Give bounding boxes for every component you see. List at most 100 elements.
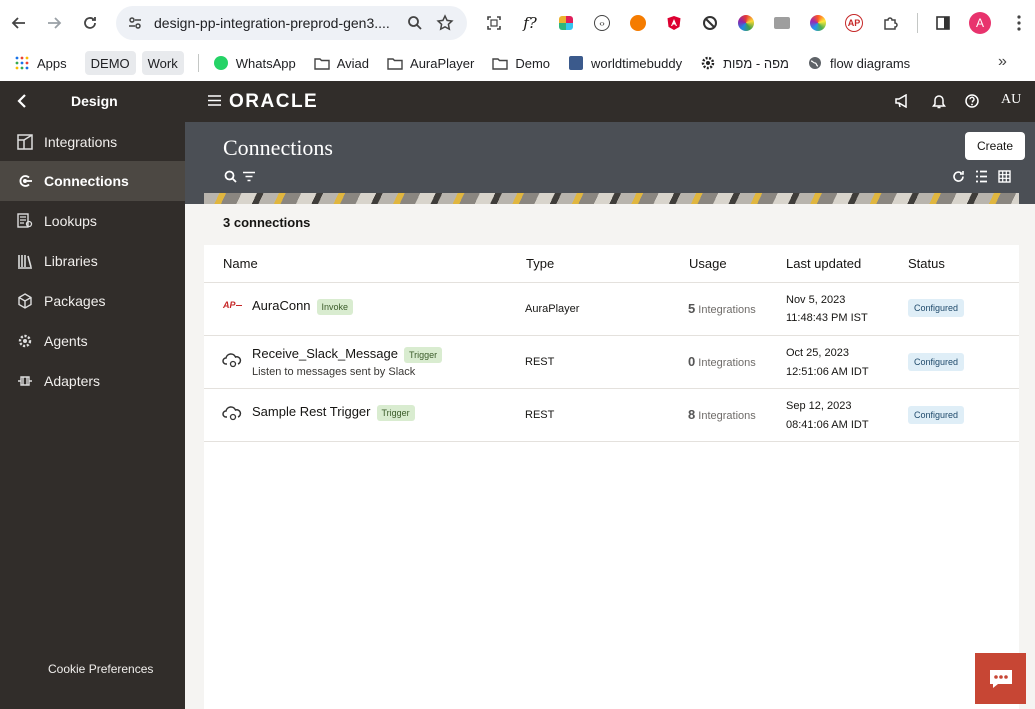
adapters-icon — [16, 372, 34, 390]
search-icon[interactable] — [222, 168, 238, 184]
banner-decoration — [204, 193, 1019, 204]
sidebar-item-integrations[interactable]: Integrations — [0, 122, 185, 162]
auraplayer-icon[interactable]: AP — [840, 9, 868, 37]
create-button[interactable]: Create — [965, 132, 1025, 160]
bookmark-flow-diagrams[interactable]: flow diagrams — [807, 51, 910, 75]
screenshot-icon[interactable] — [480, 9, 508, 37]
connection-name[interactable]: Sample Rest Trigger — [252, 404, 371, 419]
slack-icon[interactable] — [552, 9, 580, 37]
filter-icon[interactable] — [241, 168, 257, 184]
wtb-icon — [568, 55, 584, 71]
palette-icon[interactable] — [804, 9, 832, 37]
sidebar-item-label: Lookups — [44, 213, 97, 229]
connection-name-cell[interactable]: Sample Rest Trigger Trigger — [252, 404, 415, 422]
more-bookmarks-chevron-icon[interactable]: » — [998, 53, 1007, 71]
bookmark-label: Demo — [515, 55, 551, 71]
bookmark-worldtimebuddy[interactable]: worldtimebuddy — [568, 51, 682, 75]
sidebar-item-adapters[interactable]: Adapters — [0, 361, 185, 401]
reload-button[interactable] — [73, 6, 107, 40]
sidebar-item-lookups[interactable]: Lookups — [0, 201, 185, 241]
updated-date: Sep 12, 2023 — [786, 400, 852, 412]
arrow-right-icon — [48, 17, 62, 29]
globe-icon — [807, 55, 823, 71]
column-header-last-updated[interactable]: Last updated — [786, 256, 861, 271]
count-bar — [204, 204, 1019, 244]
announcement-icon[interactable] — [893, 92, 911, 110]
rest-cloud-icon — [222, 352, 242, 371]
orange-ext-icon[interactable] — [624, 9, 652, 37]
user-initials[interactable]: AU — [1001, 92, 1021, 108]
bookmark-divider — [197, 54, 199, 72]
connection-name[interactable]: Receive_Slack_Message — [252, 346, 398, 361]
connection-type: AuraPlayer — [525, 303, 580, 315]
address-bar[interactable]: design-pp-integration-preprod-gen3.... — [116, 6, 467, 40]
column-header-type[interactable]: Type — [526, 256, 554, 271]
bookmark-auraplayer[interactable]: AuraPlayer — [387, 51, 474, 75]
sidebar-item-label: Integrations — [44, 134, 118, 150]
url-text[interactable]: design-pp-integration-preprod-gen3.... — [154, 15, 397, 31]
column-header-name[interactable]: Name — [223, 256, 258, 271]
bookmark-apps[interactable]: Apps — [14, 51, 67, 75]
color-wheel-icon[interactable] — [732, 9, 760, 37]
extensions-row: f? ‹› AP — [480, 8, 912, 38]
connection-name-cell[interactable]: Receive_Slack_Message Trigger — [252, 346, 443, 364]
browser-menu-button[interactable] — [1002, 6, 1035, 40]
bookmark-maps[interactable]: מפה - מפות — [700, 51, 789, 75]
role-badge: Trigger — [403, 347, 443, 364]
back-button[interactable] — [2, 6, 36, 40]
chat-bubble-icon — [989, 669, 1012, 688]
connection-type: REST — [525, 409, 555, 421]
angular-icon[interactable] — [660, 9, 688, 37]
folder-ext-icon[interactable] — [768, 9, 796, 37]
help-icon[interactable] — [963, 92, 981, 110]
gear-icon — [700, 55, 716, 71]
usage-count: 0 — [688, 354, 696, 369]
bookmark-work[interactable]: Work — [141, 51, 184, 75]
cookie-preferences-link[interactable]: Cookie Preferences — [48, 662, 153, 676]
profile-avatar[interactable]: A — [969, 12, 991, 34]
sidebar-item-label: Connections — [44, 173, 129, 189]
bookmark-whatsapp[interactable]: WhatsApp — [213, 51, 296, 75]
connection-name-cell[interactable]: AuraConn Invoke — [252, 298, 354, 316]
connection-name[interactable]: AuraConn — [252, 298, 311, 313]
avatar[interactable]: A — [969, 12, 991, 34]
oracle-logo: ORACLE — [229, 91, 319, 112]
zoom-icon[interactable] — [403, 11, 427, 35]
bookmark-demo[interactable]: DEMO — [84, 51, 136, 75]
forward-button[interactable] — [37, 6, 71, 40]
sidebar-item-label: Packages — [44, 293, 106, 309]
bookmark-label: worldtimebuddy — [591, 55, 683, 71]
page-title: Connections — [223, 135, 333, 160]
list-view-icon[interactable] — [973, 168, 989, 184]
sidebar-item-packages[interactable]: Packages — [0, 281, 185, 321]
bookmark-star-icon[interactable] — [433, 11, 457, 35]
grid-view-icon[interactable] — [996, 168, 1012, 184]
bookmark-label: AuraPlayer — [410, 55, 475, 71]
puzzle-icon[interactable] — [876, 9, 904, 37]
site-info-icon[interactable] — [126, 14, 144, 32]
side-panel-button[interactable] — [926, 6, 960, 40]
updated-time: 12:51:06 AM IDT — [786, 366, 869, 378]
usage-cell[interactable]: 0 Integrations — [688, 354, 756, 369]
connections-icon — [16, 172, 34, 190]
bookmark-demo-folder[interactable]: Demo — [492, 51, 550, 75]
notification-bell-icon[interactable] — [930, 92, 948, 110]
chat-button[interactable] — [975, 653, 1026, 704]
sidebar-item-libraries[interactable]: Libraries — [0, 241, 185, 281]
refresh-icon[interactable] — [950, 168, 966, 184]
sidebar-item-agents[interactable]: Agents — [0, 321, 185, 361]
bookmark-aviad[interactable]: Aviad — [314, 51, 369, 75]
usage-cell[interactable]: 8 Integrations — [688, 407, 756, 422]
reload-icon — [84, 17, 96, 29]
bookmark-label: DEMO — [90, 55, 130, 71]
hamburger-menu-icon[interactable] — [208, 93, 221, 111]
column-header-status[interactable]: Status — [908, 256, 945, 271]
code-icon[interactable]: ‹› — [588, 9, 616, 37]
font-icon[interactable]: f? — [516, 9, 544, 37]
column-header-usage[interactable]: Usage — [689, 256, 727, 271]
libraries-icon — [16, 252, 34, 270]
usage-cell[interactable]: 5 Integrations — [688, 301, 756, 316]
back-chevron-icon[interactable] — [12, 91, 32, 111]
block-icon[interactable] — [696, 9, 724, 37]
sidebar-item-connections[interactable]: Connections — [0, 161, 185, 201]
